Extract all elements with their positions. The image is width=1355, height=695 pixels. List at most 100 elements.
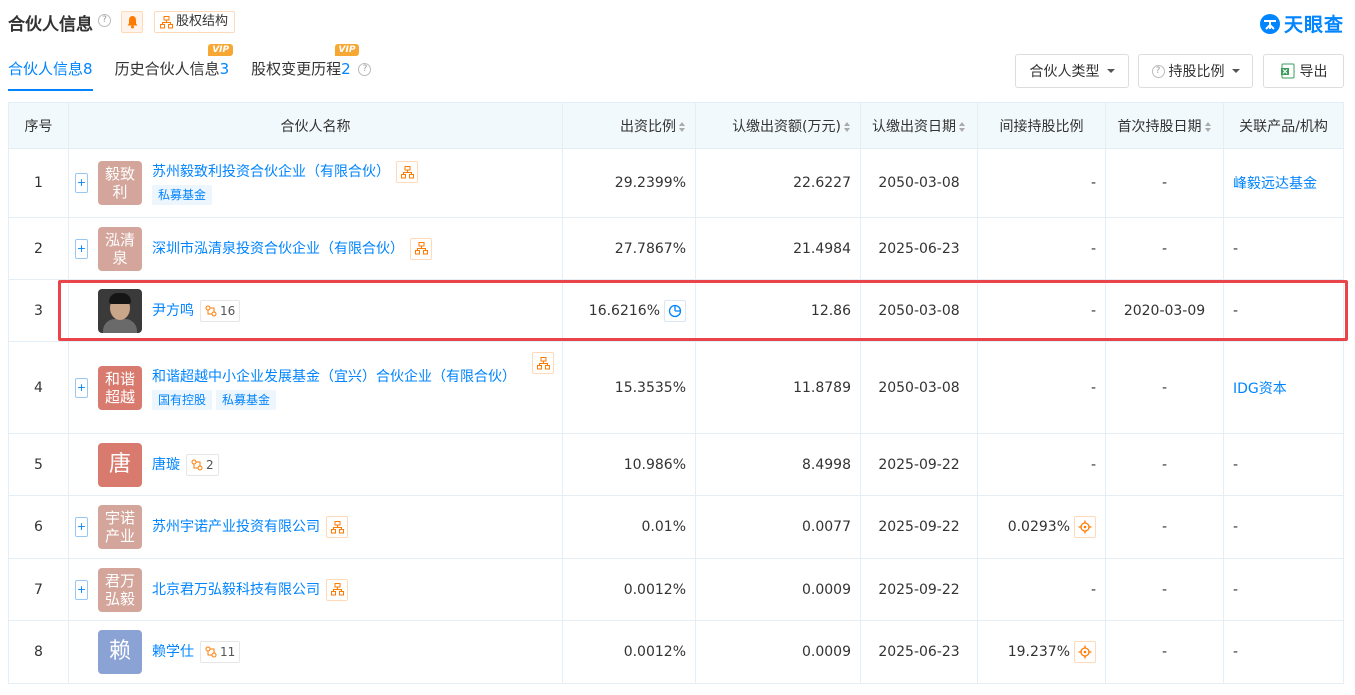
partner-type-dropdown[interactable]: 合伙人类型: [1015, 54, 1129, 88]
avatar: 毅致利: [98, 161, 142, 205]
partner-info: 苏州宇诺产业投资有限公司: [152, 516, 348, 538]
relation-count-button[interactable]: 16: [200, 299, 241, 322]
indirect-cell: -: [977, 217, 1106, 280]
partner-tag[interactable]: 国有控股: [152, 389, 213, 410]
tab-count: 2: [341, 60, 351, 78]
tab-bar: 合伙人信息8 历史合伙人信息3 VIP 股权变更历程2 ? VIP: [8, 44, 372, 91]
equity-structure-button[interactable]: [532, 352, 554, 374]
relation-count-button[interactable]: 2: [186, 453, 219, 476]
date-cell: 2050-03-08: [860, 279, 978, 342]
expand-button[interactable]: +: [75, 517, 88, 537]
ratio-cell: 27.7867%: [562, 217, 696, 280]
avatar: 赖: [98, 630, 142, 674]
expand-button[interactable]: +: [75, 173, 88, 193]
partner-name-link[interactable]: 赖学仕: [152, 641, 194, 663]
tab-equity-change[interactable]: 股权变更历程2 ? VIP: [251, 44, 372, 91]
expand-button[interactable]: +: [75, 579, 88, 600]
col-ratio[interactable]: 出资比例: [562, 102, 696, 149]
amount-cell: 8.4998: [695, 433, 861, 496]
equity-structure-button[interactable]: [326, 516, 348, 538]
partner-name-link[interactable]: 唐璇: [152, 454, 180, 476]
excel-icon: [1280, 63, 1294, 79]
expand-button[interactable]: +: [75, 238, 88, 259]
share-ratio-dropdown[interactable]: ? 持股比例: [1138, 54, 1253, 88]
col-label: 认缴出资日期: [872, 118, 956, 135]
col-date[interactable]: 认缴出资日期: [860, 102, 978, 149]
export-button[interactable]: 导出: [1263, 54, 1344, 88]
indirect-ratio: 0.0293%: [1007, 519, 1070, 535]
amount-cell: 11.8789: [695, 341, 861, 434]
partner-name-link[interactable]: 尹方鸣: [152, 300, 194, 322]
structure-icon: [536, 356, 550, 369]
partner-name-link[interactable]: 苏州毅致利投资合伙企业（有限合伙）: [152, 161, 390, 183]
partner-name-cell: 赖赖学仕 11: [68, 620, 563, 684]
help-icon: ?: [1151, 64, 1165, 78]
amount-cell: 0.0009: [695, 558, 861, 621]
indirect-ratio: 19.237%: [1007, 644, 1070, 660]
col-first-date[interactable]: 首次持股日期: [1105, 102, 1224, 149]
equity-structure-button[interactable]: [410, 237, 432, 260]
contribution-ratio: 0.0012%: [623, 644, 686, 660]
equity-structure-button[interactable]: [396, 161, 418, 183]
partner-info: 深圳市泓清泉投资合伙企业（有限合伙）: [152, 237, 432, 260]
relation-count: 16: [220, 303, 236, 318]
relation-icon: [205, 646, 217, 658]
partner-tag[interactable]: 私募基金: [216, 389, 277, 410]
related-product-link[interactable]: IDG资本: [1233, 381, 1287, 397]
equity-structure-button[interactable]: 股权结构: [154, 11, 236, 33]
related-product: -: [1233, 644, 1239, 660]
partner-info: 唐璇 2: [152, 453, 219, 476]
date-cell: 2025-09-22: [860, 558, 978, 621]
partner-name-link[interactable]: 苏州宇诺产业投资有限公司: [152, 516, 320, 538]
indirect-path-icon: [1078, 645, 1092, 659]
indirect-cell: -: [977, 558, 1106, 621]
col-amount[interactable]: 认缴出资额(万元): [695, 102, 861, 149]
monitor-bell-button[interactable]: [121, 11, 143, 33]
row-index: 5: [8, 433, 69, 496]
table-row: 7 + 君万弘毅 北京君万弘毅科技有限公司 0.0012% 0.0009 2025-09-2…: [8, 558, 1344, 621]
tab-partners[interactable]: 合伙人信息8: [8, 58, 93, 91]
partner-name-cell: 唐唐璇 2: [68, 433, 563, 496]
partner-name-link[interactable]: 和谐超越中小企业发展基金（宜兴）合伙企业（有限合伙）: [152, 366, 516, 388]
table-row: 5 唐唐璇 2 10.986% 8.4998 2025-09-22- - -: [8, 433, 1344, 496]
col-related: 关联产品/机构: [1223, 102, 1344, 149]
name-line: 北京君万弘毅科技有限公司: [152, 578, 348, 601]
help-icon[interactable]: ?: [98, 14, 111, 27]
related-product-link[interactable]: 峰毅远达基金: [1233, 176, 1317, 192]
relation-count: 11: [220, 645, 236, 659]
partner-name-cell: + 宇诺产业 苏州宇诺产业投资有限公司: [68, 495, 563, 559]
relation-count-button[interactable]: 11: [200, 641, 241, 663]
table-row: 4 + 和谐超越 和谐超越中小企业发展基金（宜兴）合伙企业（有限合伙） 国有控股 私募基金…: [8, 341, 1344, 434]
partner-name-link[interactable]: 深圳市泓清泉投资合伙企业（有限合伙）: [152, 238, 404, 260]
structure-icon: [160, 15, 173, 28]
row-index: 1: [8, 148, 69, 218]
structure-icon: [330, 583, 344, 596]
name-line: 尹方鸣 16: [152, 299, 241, 322]
equity-structure-button[interactable]: [326, 578, 348, 601]
ratio-cell: 0.0012%: [562, 620, 696, 684]
partner-name-link[interactable]: 北京君万弘毅科技有限公司: [152, 579, 320, 601]
first-date-cell: 2020-03-09: [1105, 279, 1224, 342]
indirect-path-button[interactable]: [1074, 516, 1096, 538]
tab-history-partners[interactable]: 历史合伙人信息3 VIP: [115, 44, 234, 91]
partner-tag[interactable]: 私募基金: [152, 185, 213, 205]
name-line: 和谐超越中小企业发展基金（宜兴）合伙企业（有限合伙）: [152, 366, 527, 388]
ratio-chart-button[interactable]: [664, 299, 686, 322]
indirect-path-button[interactable]: [1074, 641, 1096, 663]
ratio-cell: 29.2399%: [562, 148, 696, 218]
contribution-ratio: 10.986%: [623, 456, 686, 473]
name-line: 赖学仕 11: [152, 641, 241, 663]
chevron-down-icon: [1106, 69, 1115, 73]
contribution-ratio: 27.7867%: [614, 240, 686, 257]
avatar: 君万弘毅: [98, 567, 142, 612]
date-cell: 2025-09-22: [860, 433, 978, 496]
export-label: 导出: [1299, 64, 1328, 80]
expand-button[interactable]: +: [75, 377, 88, 398]
table-row: 6 + 宇诺产业 苏州宇诺产业投资有限公司 0.01% 0.0077 2025-09-22 0…: [8, 495, 1344, 559]
amount-cell: 0.0077: [695, 495, 861, 559]
vip-badge: VIP: [208, 44, 234, 56]
help-icon[interactable]: ?: [358, 63, 372, 76]
logo-icon: [1259, 13, 1280, 34]
pie-chart-icon: [668, 304, 682, 317]
related-product: -: [1233, 240, 1239, 257]
